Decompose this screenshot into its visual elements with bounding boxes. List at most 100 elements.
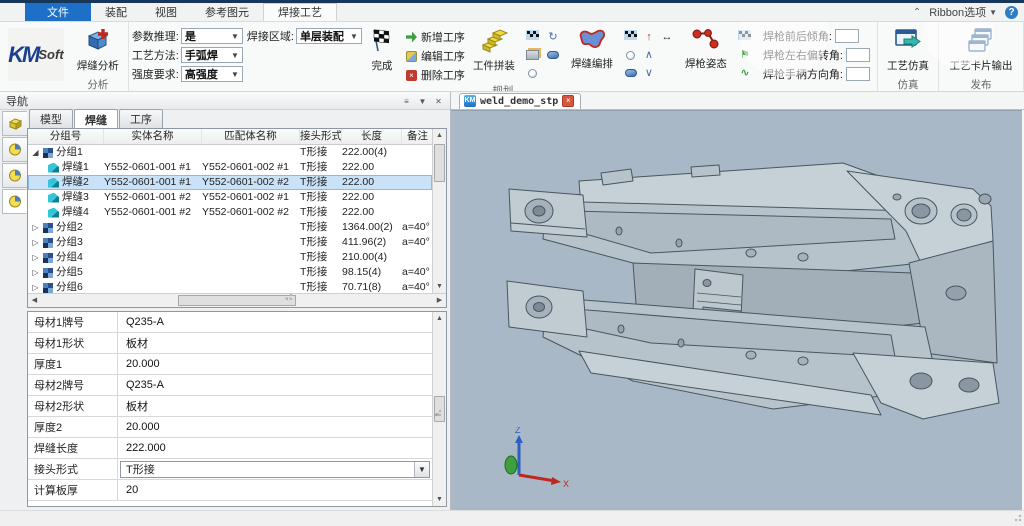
tree-header-长度[interactable]: 长度 [342,129,402,144]
nav-tab-工序[interactable]: 工序 [119,109,163,128]
tree-expander-icon[interactable]: ◢ [31,145,40,160]
angle-input[interactable] [846,67,870,81]
tree-header-接头形式[interactable]: 接头形式 [300,129,342,144]
flag-tool-icon[interactable] [624,30,637,45]
table-row[interactable]: 焊缝3Y552-0601-001 #2Y552-0601-002 #1T形接22… [28,190,432,205]
end-point-icon[interactable] [625,69,637,77]
tab-文件[interactable]: 文件 [25,3,91,21]
cable-coil-icon[interactable]: ∿ [740,68,749,79]
help-button[interactable]: ? [1005,6,1018,19]
param-select[interactable]: 手弧焊▼ [181,47,243,63]
table-row[interactable]: 焊缝4Y552-0601-001 #2Y552-0601-002 #2T形接22… [28,205,432,220]
nav-tab-模型[interactable]: 模型 [29,109,73,128]
row-name-cell: ▷分组3 [28,235,104,250]
tree-horizontal-scrollbar[interactable]: ◀ ⋯ ▶ [28,293,446,307]
part-assembly-button[interactable]: 工件拼装 [467,24,521,73]
table-row[interactable]: ▷分组2T形接1364.00(2)a=40° [28,220,432,235]
finish-button[interactable]: 完成 [362,24,402,73]
tab-视图[interactable]: 视图 [141,3,191,21]
row-note: a=40° [402,265,432,280]
flag-tool-icon[interactable] [526,30,539,45]
property-value: 板材 [118,335,432,351]
ribbon-options-button[interactable]: Ribbon选项 ▼ [929,4,997,20]
tab-参考图元[interactable]: 参考图元 [191,3,263,21]
panel-float-icon[interactable]: ▼ [417,95,428,106]
dropdown-arrow-icon[interactable]: ▼ [414,462,429,477]
tree-vertical-scrollbar[interactable]: ▲ ▼ [432,129,446,293]
row-length: 1364.00(2) [342,220,402,235]
scroll-left-icon[interactable]: ◀ [28,294,41,307]
panel-pin-icon[interactable]: ≡ [401,95,412,106]
weld-analysis-button[interactable]: 焊缝分析 [71,24,125,73]
weld-point-icon[interactable] [528,69,537,78]
weld-bead-icon[interactable] [547,51,559,59]
close-document-icon[interactable]: × [562,95,574,107]
table-row[interactable]: ▷分组5T形接98.15(4)a=40° [28,265,432,280]
panel-close-icon[interactable]: ✕ [433,95,444,106]
table-row[interactable]: ◢分组1T形接222.00(4) [28,145,432,160]
tree-expander-icon[interactable]: ▷ [31,250,40,265]
tab-焊接工艺[interactable]: 焊接工艺 [263,3,337,21]
op-button-1[interactable]: 编辑工序 [406,48,465,64]
layer-stack-icon[interactable] [526,50,539,60]
navigation-title: 导航 [6,93,28,109]
flag-tool-icon[interactable] [738,30,751,45]
angle-input[interactable] [835,29,859,43]
op-button-2[interactable]: ×删除工序 [406,67,465,83]
group-icon [43,148,53,158]
tree-header-分组号[interactable]: 分组号 [28,129,104,144]
scroll-down-icon[interactable]: ▼ [433,493,446,506]
navigator-solid-button[interactable] [2,111,27,136]
table-row[interactable]: 焊缝1Y552-0601-001 #1Y552-0601-002 #1T形接22… [28,160,432,175]
table-row[interactable]: 焊缝2Y552-0601-001 #1Y552-0601-002 #2T形接22… [28,175,432,190]
pin-icon[interactable]: ⚑ [740,50,750,61]
table-row[interactable]: ▷分组4T形接210.00(4) [28,250,432,265]
table-row[interactable]: ▷分组6T形接70.71(8)a=40° [28,280,432,293]
param-select[interactable]: 高强度▼ [181,66,243,82]
tab-装配[interactable]: 装配 [91,3,141,21]
scroll-right-icon[interactable]: ▶ [433,294,446,307]
span-length-icon[interactable]: ↔ [661,32,672,43]
param-select[interactable]: 是▼ [181,28,243,44]
tree-expander-icon[interactable]: ▷ [31,265,40,280]
gun-pose-button[interactable]: 焊枪姿态 [679,24,733,71]
tree-expander-icon[interactable]: ▷ [31,235,40,250]
navigator-feature-button-1[interactable] [2,137,27,162]
navigator-weld-button[interactable] [2,189,27,214]
nav-tab-焊缝[interactable]: 焊缝 [74,109,118,129]
property-row: 厚度220.000 [28,417,432,438]
property-value[interactable]: T形接▼ [118,460,432,479]
row-name: 分组4 [56,250,83,265]
angle-input[interactable] [846,48,870,62]
angle-field-1: 焊枪左右偏转角: [763,47,870,63]
process-simulation-button[interactable]: 工艺仿真 [881,24,935,73]
tree-header-匹配体名称[interactable]: 匹配体名称 [202,129,300,144]
scroll-up-icon[interactable]: ▲ [433,129,446,142]
3d-canvas[interactable]: Z X [451,110,1022,510]
simulation-window-icon [894,27,922,56]
tree-header-实体名称[interactable]: 实体名称 [104,129,202,144]
resize-grip[interactable] [1012,514,1022,524]
tree-expander-icon[interactable]: ▷ [31,220,40,235]
process-card-output-button[interactable]: 工艺卡片输出 [942,24,1020,73]
table-row[interactable]: ▷分组3T形接411.96(2)a=40° [28,235,432,250]
weld-region-select[interactable]: 单层装配 ▼ [296,28,362,44]
op-button-0[interactable]: 新增工序 [406,29,465,45]
weld-arrange-button[interactable]: 焊缝编排 [565,24,619,71]
tree-header-备注[interactable]: 备注 [402,129,432,144]
document-tab[interactable]: KM weld_demo_stp × [459,93,581,109]
move-up-icon[interactable]: ∧ [645,50,653,61]
scroll-down-icon[interactable]: ▼ [433,280,446,293]
navigator-feature-button-2[interactable] [2,163,27,188]
move-down-icon[interactable]: ∨ [645,68,653,79]
scroll-up-icon[interactable]: ▲ [433,312,446,325]
arrow-up-icon[interactable]: ↑ [646,32,652,43]
ribbon-group-publish: 工艺卡片输出 发布 [939,22,1024,91]
joint-type-select[interactable]: T形接▼ [120,461,430,478]
rotate-icon[interactable]: ↻ [548,32,557,43]
property-vertical-scrollbar[interactable]: ▲ ≡ ▼ [432,312,446,506]
row-entity: Y552-0601-001 #1 [104,160,202,175]
start-point-icon[interactable] [626,51,635,60]
minimize-ribbon-icon[interactable]: ⌃ [913,7,921,18]
tree-expander-icon[interactable]: ▷ [31,280,40,293]
